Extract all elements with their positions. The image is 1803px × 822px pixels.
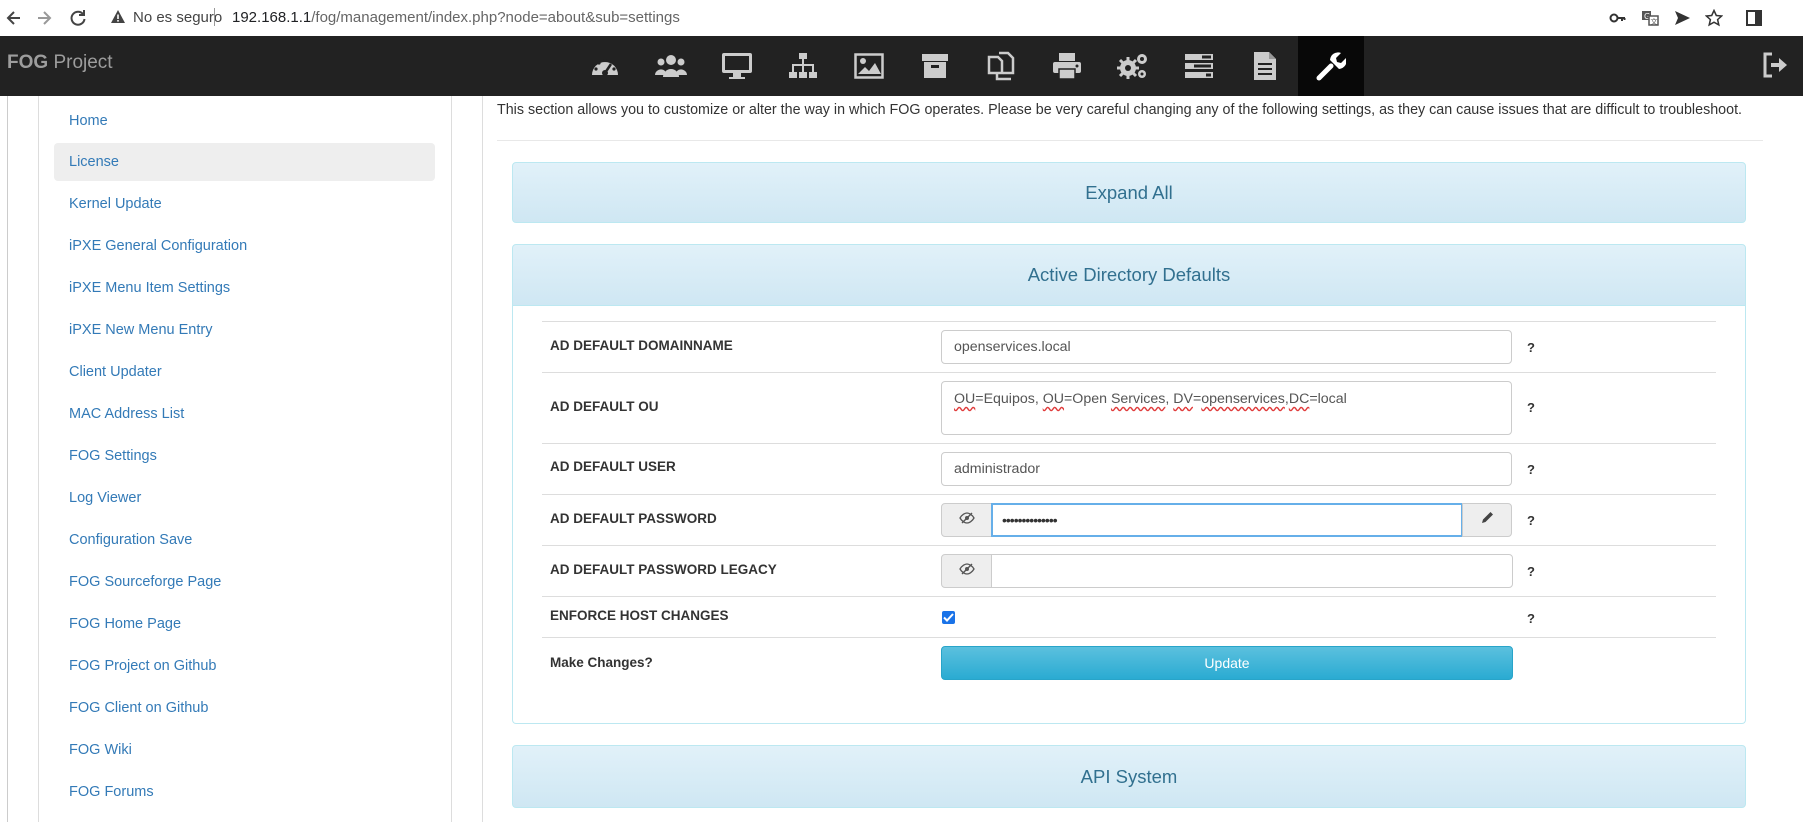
sidebar-item-fog-wiki[interactable]: FOG Wiki bbox=[54, 731, 435, 769]
address-separator bbox=[214, 8, 215, 26]
update-button[interactable]: Update bbox=[941, 646, 1513, 680]
ou-part-4: DV bbox=[1173, 391, 1193, 407]
url-path: /fog/management/index.php?node=about&sub… bbox=[311, 9, 680, 26]
ad-password-legacy-help[interactable]: ? bbox=[1527, 564, 1535, 579]
ad-password-legacy-input[interactable] bbox=[991, 554, 1513, 588]
row-divider bbox=[542, 372, 1716, 373]
sidebar-item-fog-client-github[interactable]: FOG Client on Github bbox=[54, 689, 435, 727]
ad-password-input[interactable]: •••••••••••••• bbox=[991, 503, 1463, 537]
sidepanel-icon[interactable] bbox=[1742, 6, 1766, 30]
sidebar-item-kernel-update[interactable]: Kernel Update bbox=[54, 185, 435, 223]
translate-icon[interactable]: G文 bbox=[1638, 6, 1662, 30]
sidebar-item-configuration-save[interactable]: Configuration Save bbox=[54, 521, 435, 559]
sidebar-item-fog-sourceforge-page[interactable]: FOG Sourceforge Page bbox=[54, 563, 435, 601]
eye-slash-icon bbox=[958, 562, 975, 580]
intro-divider bbox=[497, 140, 1763, 141]
ad-password-help[interactable]: ? bbox=[1527, 513, 1535, 528]
fog-configuration-icon[interactable] bbox=[1298, 36, 1364, 96]
ou-part-5: openservices bbox=[1201, 391, 1285, 407]
brand-logo[interactable]: FOG Project bbox=[7, 52, 113, 74]
sidebar-item-license[interactable]: License bbox=[54, 143, 435, 181]
brand-rest: Project bbox=[48, 52, 113, 73]
row-divider bbox=[542, 321, 1716, 322]
address-url[interactable]: 192.168.1.1/fog/management/index.php?nod… bbox=[232, 9, 680, 26]
sidebar-item-fog-settings[interactable]: FOG Settings bbox=[54, 437, 435, 475]
sidebar-item-mac-address-list[interactable]: MAC Address List bbox=[54, 395, 435, 433]
dashboard-icon[interactable] bbox=[572, 36, 638, 96]
ad-password-label: AD DEFAULT PASSWORD bbox=[550, 511, 717, 526]
url-host: 192.168.1.1 bbox=[232, 9, 312, 26]
checkmark-icon bbox=[943, 609, 954, 627]
ad-user-label: AD DEFAULT USER bbox=[550, 459, 676, 474]
ad-domainname-help[interactable]: ? bbox=[1527, 340, 1535, 355]
users-icon[interactable] bbox=[638, 36, 704, 96]
sidebar-item-ipxe-menu-item-settings[interactable]: iPXE Menu Item Settings bbox=[54, 269, 435, 307]
hosts-icon[interactable] bbox=[704, 36, 770, 96]
reports-icon[interactable] bbox=[1232, 36, 1298, 96]
back-icon[interactable] bbox=[0, 4, 28, 32]
make-changes-label: Make Changes? bbox=[550, 655, 653, 670]
warning-icon[interactable] bbox=[110, 9, 126, 30]
printers-icon[interactable] bbox=[1034, 36, 1100, 96]
sidebar-item-log-viewer[interactable]: Log Viewer bbox=[54, 479, 435, 517]
ad-domainname-label: AD DEFAULT DOMAINNAME bbox=[550, 338, 733, 353]
api-system-panel-header[interactable]: API System bbox=[512, 745, 1746, 808]
row-divider bbox=[542, 443, 1716, 444]
pencil-icon bbox=[1481, 511, 1494, 529]
enforce-host-changes-help[interactable]: ? bbox=[1527, 611, 1535, 626]
svg-text:文: 文 bbox=[1651, 17, 1658, 26]
sidebar-item-home[interactable]: Home bbox=[54, 102, 435, 140]
ad-password-legacy-label: AD DEFAULT PASSWORD LEGACY bbox=[550, 562, 777, 577]
ad-ou-help[interactable]: ? bbox=[1527, 400, 1535, 415]
expand-all-button[interactable]: Expand All bbox=[512, 162, 1746, 223]
snapins-icon[interactable] bbox=[968, 36, 1034, 96]
tasks-icon[interactable] bbox=[1166, 36, 1232, 96]
enforce-host-changes-label: ENFORCE HOST CHANGES bbox=[550, 608, 729, 623]
key-icon[interactable] bbox=[1606, 6, 1630, 30]
ad-ou-label: AD DEFAULT OU bbox=[550, 399, 659, 414]
ad-domainname-input[interactable] bbox=[941, 330, 1512, 364]
sidebar-item-client-updater[interactable]: Client Updater bbox=[54, 353, 435, 391]
page-left-rule bbox=[7, 96, 8, 822]
password-edit-button[interactable] bbox=[1462, 503, 1512, 537]
password-visibility-toggle[interactable] bbox=[941, 503, 992, 537]
brand-bold: FOG bbox=[7, 52, 49, 73]
service-settings-icon[interactable] bbox=[1100, 36, 1166, 96]
browser-toolbar: No es seguro 192.168.1.1/fog/management/… bbox=[0, 0, 1803, 37]
security-label[interactable]: No es seguro bbox=[133, 9, 222, 26]
top-navbar: FOG Project bbox=[0, 36, 1803, 96]
row-divider bbox=[542, 494, 1716, 495]
active-directory-panel-header[interactable]: Active Directory Defaults bbox=[512, 244, 1746, 306]
send-icon[interactable] bbox=[1670, 6, 1694, 30]
ad-user-help[interactable]: ? bbox=[1527, 462, 1535, 477]
row-divider bbox=[542, 637, 1716, 638]
sidebar-item-fog-project-github[interactable]: FOG Project on Github bbox=[54, 647, 435, 685]
ou-part-3: Services bbox=[1110, 391, 1166, 407]
reload-icon[interactable] bbox=[64, 4, 92, 32]
star-icon[interactable] bbox=[1702, 6, 1726, 30]
ad-ou-textarea[interactable]: OU=Equipos, OU=Open Services, DV=openser… bbox=[941, 381, 1512, 435]
logout-icon[interactable] bbox=[1762, 52, 1788, 83]
sidebar-item-fog-home-page[interactable]: FOG Home Page bbox=[54, 605, 435, 643]
row-divider bbox=[542, 596, 1716, 597]
groups-icon[interactable] bbox=[770, 36, 836, 96]
password-legacy-visibility-toggle[interactable] bbox=[941, 554, 992, 588]
enforce-host-changes-checkbox[interactable] bbox=[942, 611, 955, 624]
sidebar-item-fog-forums[interactable]: FOG Forums bbox=[54, 773, 435, 811]
images-icon[interactable] bbox=[836, 36, 902, 96]
forward-icon[interactable] bbox=[30, 4, 58, 32]
sidebar-item-ipxe-general-configuration[interactable]: iPXE General Configuration bbox=[54, 227, 435, 265]
ou-part-6: DC bbox=[1288, 391, 1310, 407]
intro-text: This section allows you to customize or … bbox=[497, 102, 1743, 118]
ou-part-1: OU bbox=[954, 391, 976, 407]
eye-slash-icon bbox=[958, 511, 975, 529]
ad-user-input[interactable] bbox=[941, 452, 1512, 486]
sidebar-item-ipxe-new-menu-entry[interactable]: iPXE New Menu Entry bbox=[54, 311, 435, 349]
storage-icon[interactable] bbox=[902, 36, 968, 96]
row-divider bbox=[542, 545, 1716, 546]
ou-part-2: OU bbox=[1042, 391, 1065, 407]
